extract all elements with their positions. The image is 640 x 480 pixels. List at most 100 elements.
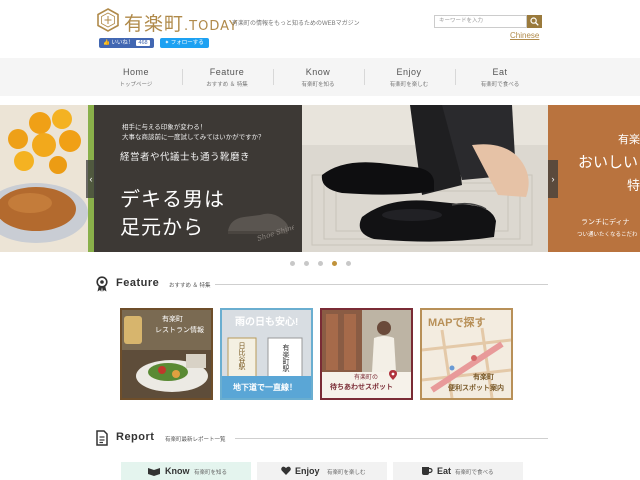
report-divider bbox=[235, 438, 548, 439]
slide-next-text-1: 有楽 bbox=[618, 134, 640, 146]
slider-dot[interactable] bbox=[317, 261, 323, 266]
nav-item-home[interactable]: Home トップページ bbox=[91, 58, 182, 96]
twitter-bird-icon: ✦ bbox=[164, 40, 170, 46]
card-underground-sign1: 日比谷駅 bbox=[238, 342, 245, 370]
tab-eat-sublabel: 有楽町で食べる bbox=[455, 470, 494, 476]
slide-text-panel: 相手に与える印象が変わる！ 大事な商談前に一度試してみてはいかがですか？ 経営者… bbox=[94, 105, 302, 252]
slider-prev-arrow[interactable]: ‹ bbox=[86, 160, 96, 198]
slide-current[interactable]: 相手に与える印象が変わる！ 大事な商談前に一度試してみてはいかがですか？ 経営者… bbox=[94, 105, 548, 252]
feature-subtitle: おすすめ ＆ 特集 bbox=[169, 283, 211, 289]
card-restaurant-line2: レストラン情報 bbox=[155, 327, 204, 334]
feature-title: Feature bbox=[116, 277, 160, 289]
feature-card-meeting-spot[interactable]: 有楽町の 待ちあわせスポット bbox=[320, 308, 413, 400]
book-icon bbox=[148, 468, 160, 476]
site-header: 有楽町.TODAY 有楽町の情報をもっと知るためのWEBマガジン 👍 いいね！ 4… bbox=[0, 0, 640, 58]
shoe-illustration-icon: Shoe Shine bbox=[228, 213, 294, 241]
report-subtitle: 有楽町最新レポート一覧 bbox=[165, 437, 226, 443]
social-buttons: 👍 いいね！ 468 ✦ フォローする bbox=[99, 38, 209, 48]
search-input[interactable]: キーワードを入力 bbox=[434, 15, 527, 28]
nav-label: Eat bbox=[492, 67, 508, 77]
slide-headline-1: デキる男は bbox=[120, 187, 225, 211]
main-navigation: Home トップページ Feature おすすめ ＆ 特集 Know 有楽町を知… bbox=[0, 58, 640, 96]
follow-label: フォローする bbox=[170, 40, 204, 46]
nav-list: Home トップページ Feature おすすめ ＆ 特集 Know 有楽町を知… bbox=[91, 58, 546, 96]
slide-next-text-4: ランチにディナ bbox=[581, 219, 630, 226]
shoe-shine-photo-image bbox=[302, 105, 548, 252]
search-icon bbox=[530, 17, 539, 26]
card-map-line1: 有楽町 bbox=[473, 374, 494, 381]
feature-card-map[interactable]: MAPで探す 有楽町 便利スポット案内 bbox=[420, 308, 513, 400]
slider-dot[interactable] bbox=[303, 261, 309, 266]
feature-card-restaurant[interactable]: 有楽町 レストラン情報 bbox=[120, 308, 213, 400]
like-count: 468 bbox=[136, 40, 150, 46]
slider-pagination bbox=[0, 261, 640, 266]
logo-hexagon-icon bbox=[97, 8, 119, 32]
map-pin-icon bbox=[389, 370, 397, 380]
language-link-chinese[interactable]: Chinese bbox=[510, 31, 539, 40]
shoe-photo-image bbox=[302, 105, 548, 252]
site-tagline: 有楽町の情報をもっと知るためのWEBマガジン bbox=[232, 21, 360, 27]
card-underground-sign2: 有楽町駅 bbox=[282, 344, 289, 372]
nav-sublabel: おすすめ ＆ 特集 bbox=[206, 82, 248, 88]
nav-label: Feature bbox=[209, 67, 245, 77]
feature-section-header: Feature おすすめ ＆ 特集 bbox=[95, 276, 548, 292]
feature-divider bbox=[215, 284, 548, 285]
nav-sublabel: 有楽町を楽しむ bbox=[389, 82, 429, 88]
card-map-top: MAPで探す bbox=[428, 317, 486, 329]
slide-previous[interactable] bbox=[0, 105, 94, 252]
site-logo[interactable]: 有楽町.TODAY bbox=[96, 8, 237, 35]
tab-enjoy[interactable]: Enjoy 有楽町を楽しむ bbox=[257, 462, 387, 480]
card-meeting-main: 待ちあわせスポット bbox=[330, 384, 393, 391]
tab-enjoy-label: Enjoy bbox=[295, 466, 320, 476]
nav-sublabel: トップページ bbox=[119, 82, 153, 88]
nav-label: Home bbox=[122, 67, 149, 77]
tab-know[interactable]: Know 有楽町を知る bbox=[121, 462, 251, 480]
slider-dot[interactable] bbox=[289, 261, 295, 266]
slider-dot[interactable] bbox=[331, 261, 337, 266]
search-button[interactable] bbox=[527, 15, 542, 28]
slide-next[interactable]: 有楽 おいしい 特 ランチにディナ つい通いたくなるこだわ bbox=[548, 105, 640, 252]
nav-label: Know bbox=[305, 67, 331, 77]
tab-enjoy-sublabel: 有楽町を楽しむ bbox=[327, 470, 366, 476]
slide-headline-2: 足元から bbox=[120, 215, 204, 239]
report-title: Report bbox=[116, 431, 155, 443]
logo-main: 有楽町 bbox=[124, 13, 185, 35]
food-photo-image bbox=[0, 105, 94, 252]
document-icon bbox=[96, 430, 108, 446]
nav-sublabel: 有楽町で食べる bbox=[480, 82, 520, 88]
logo-text: 有楽町.TODAY bbox=[124, 9, 238, 36]
hero-slider: 相手に与える印象が変わる！ 大事な商談前に一度試してみてはいかがですか？ 経営者… bbox=[0, 105, 640, 252]
slide-next-text-5: つい通いたくなるこだわ bbox=[577, 232, 638, 238]
card-map-line2: 便利スポット案内 bbox=[448, 385, 504, 392]
feature-cards: 有楽町 レストラン情報 雨の日も安心! 日比谷駅 有楽町駅 地下道で一直線！ 有… bbox=[120, 308, 520, 400]
thumbs-up-icon: 👍 bbox=[103, 40, 110, 46]
slide-subtitle: 経営者や代議士も通う靴磨き bbox=[120, 152, 251, 163]
heart-icon bbox=[281, 466, 291, 475]
feature-card-underground[interactable]: 雨の日も安心! 日比谷駅 有楽町駅 地下道で一直線！ bbox=[220, 308, 313, 400]
nav-item-feature[interactable]: Feature おすすめ ＆ 特集 bbox=[181, 58, 273, 96]
nav-sublabel: 有楽町を知る bbox=[301, 82, 335, 88]
slide-next-text-2: おいしい bbox=[578, 154, 639, 171]
card-underground-top: 雨の日も安心! bbox=[235, 317, 299, 328]
slider-next-arrow[interactable]: › bbox=[548, 160, 558, 198]
twitter-follow-button[interactable]: ✦ フォローする bbox=[159, 38, 209, 48]
slide-lead-line1: 相手に与える印象が変わる！ bbox=[122, 124, 207, 131]
tab-know-sublabel: 有楽町を知る bbox=[194, 470, 228, 476]
slider-dot[interactable] bbox=[345, 261, 351, 266]
nav-item-eat[interactable]: Eat 有楽町で食べる bbox=[454, 58, 546, 96]
nav-item-enjoy[interactable]: Enjoy 有楽町を楽しむ bbox=[363, 58, 455, 96]
tab-eat[interactable]: Eat 有楽町で食べる bbox=[393, 462, 523, 480]
tab-eat-label: Eat bbox=[437, 466, 452, 476]
report-tabs: Know 有楽町を知る Enjoy 有楽町を楽しむ Eat 有楽町で食べる bbox=[121, 462, 523, 480]
slide-next-text-3: 特 bbox=[627, 178, 640, 193]
coffee-cup-icon bbox=[422, 467, 433, 475]
nav-item-know[interactable]: Know 有楽町を知る bbox=[272, 58, 364, 96]
facebook-like-button[interactable]: 👍 いいね！ 468 bbox=[99, 38, 154, 48]
like-label: いいね！ bbox=[111, 40, 134, 46]
award-ribbon-icon bbox=[96, 276, 108, 292]
report-section-header: Report 有楽町最新レポート一覧 bbox=[95, 430, 548, 446]
card-restaurant-line1: 有楽町 bbox=[162, 316, 183, 323]
slide-lead-line2: 大事な商談前に一度試してみてはいかがですか？ bbox=[122, 134, 265, 141]
nav-label: Enjoy bbox=[396, 67, 422, 77]
logo-sub: .TODAY bbox=[184, 19, 238, 34]
